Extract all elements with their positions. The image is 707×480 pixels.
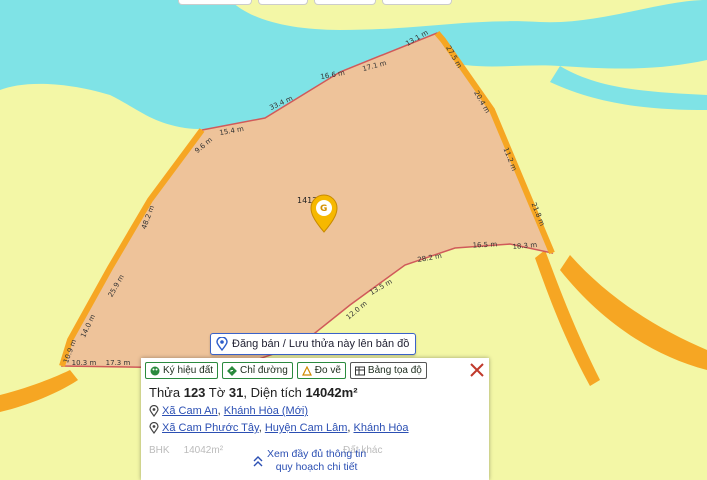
tab-label: Bảng tọa độ	[367, 365, 422, 376]
province-link[interactable]: Khánh Hòa (Mới)	[224, 405, 308, 417]
land-code: BHK	[149, 445, 170, 456]
location-icon	[149, 422, 159, 434]
location-icon	[149, 405, 159, 417]
tab-measure[interactable]: Đo vẽ	[296, 362, 346, 379]
land-area: 14042m²	[183, 445, 224, 456]
parcel-info-panel: Ký hiệu đất Chỉ đường Đo vẽ Bảng tọa độ …	[141, 358, 489, 480]
district-link[interactable]: Huyện Cam Lâm	[265, 422, 348, 434]
road	[0, 370, 78, 412]
svg-text:G: G	[320, 204, 327, 214]
table-icon	[354, 366, 365, 375]
post-parcel-button[interactable]: Đăng bán / Lưu thửa này lên bản đồ	[210, 333, 417, 355]
close-icon[interactable]	[468, 361, 486, 379]
map-pin-icon	[216, 337, 228, 351]
palette-icon	[150, 366, 160, 375]
sheet-number: 31	[228, 385, 244, 400]
tab-coordinate-table[interactable]: Bảng tọa độ	[349, 362, 427, 379]
ward-link[interactable]: Xã Cam An	[162, 405, 218, 417]
parcel-title: Thửa 123 Tờ 31, Diện tích 14042m²	[149, 385, 358, 400]
ward-link[interactable]: Xã Cam Phước Tây	[162, 422, 259, 434]
tab-label: Ký hiệu đất	[163, 365, 214, 376]
toolbar-chip[interactable]	[258, 0, 308, 5]
toolbar-chip[interactable]	[382, 0, 452, 5]
show-more-link[interactable]: Xem đầy đủ thông tin quy hoạch chi tiết	[253, 448, 366, 474]
tab-label: Chỉ đường	[240, 365, 288, 376]
toolbar-chip[interactable]	[178, 0, 252, 5]
tab-land-symbols[interactable]: Ký hiệu đất	[145, 362, 219, 379]
parcel-number: 123	[183, 385, 206, 400]
segment-length-label: 17.3 m	[106, 359, 131, 367]
toolbar-chip[interactable]	[314, 0, 376, 5]
tab-label: Đo vẽ	[314, 365, 341, 376]
double-chevron-up-icon	[253, 456, 263, 467]
segment-length-label: 10.3 m	[72, 359, 97, 367]
tab-directions[interactable]: Chỉ đường	[222, 362, 293, 379]
segment-length-label: 16.5 m	[472, 240, 497, 249]
river-branch	[550, 66, 707, 110]
province-link[interactable]: Khánh Hòa	[354, 422, 409, 434]
measure-icon	[301, 365, 312, 376]
address-new: Xã Cam An, Khánh Hòa (Mới)	[149, 405, 308, 417]
post-parcel-label: Đăng bán / Lưu thửa này lên bản đồ	[232, 338, 410, 350]
address-old: Xã Cam Phước Tây, Huyện Cam Lâm, Khánh H…	[149, 422, 409, 434]
parcel-area: 14042m²	[305, 385, 358, 400]
directions-icon	[227, 365, 237, 376]
